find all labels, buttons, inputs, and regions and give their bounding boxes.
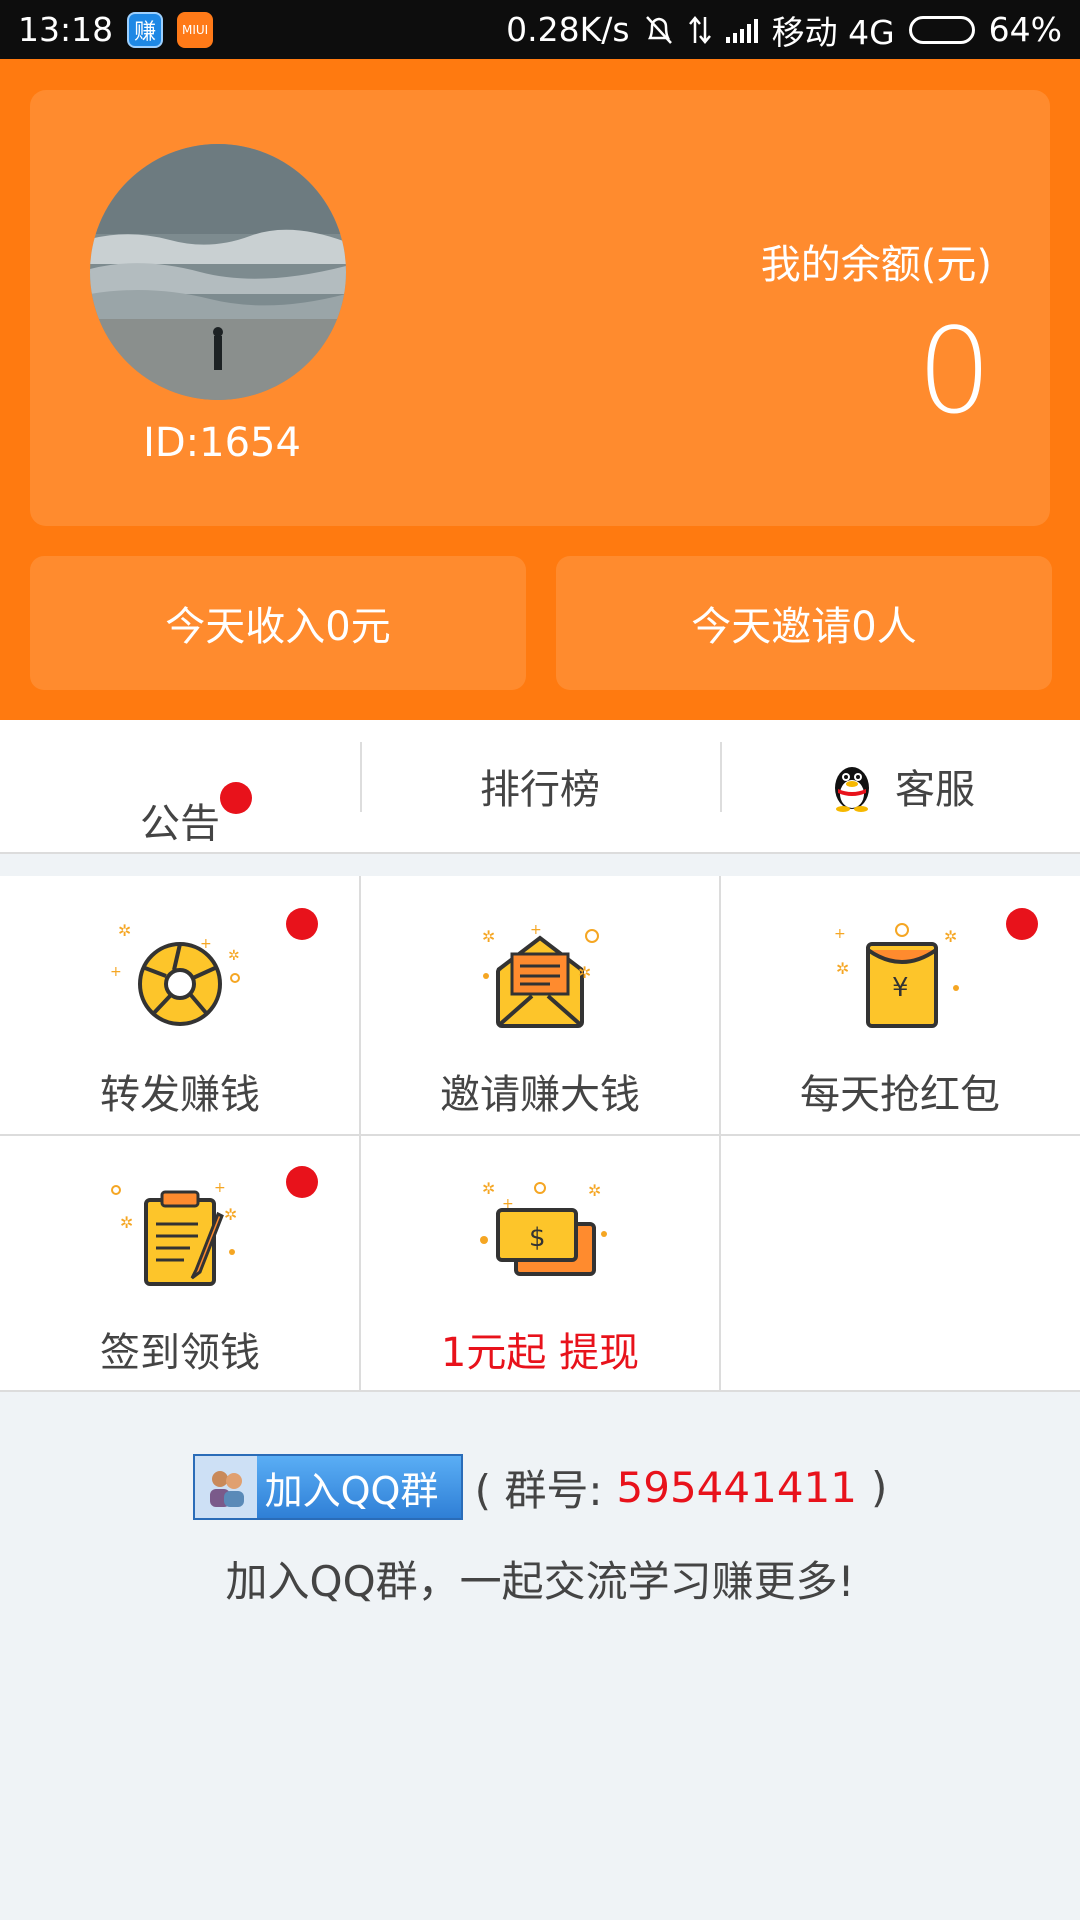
feature-grid: ✲ + ✲ + 转发赚钱 ✲ + ✲ 邀请赚大钱 ¥ + ✲ ✲ 每天抢红包 +… (0, 876, 1080, 1392)
qq-group-tip: 加入QQ群，一起交流学习赚更多! (225, 1557, 855, 1606)
tab-notice-label: 公告 (140, 801, 220, 847)
net-speed: 0.28K/s (506, 10, 630, 49)
svg-text:✲: ✲ (944, 927, 957, 946)
tab-customer-service[interactable]: 客服 (720, 720, 1080, 852)
grid-item-label: 签到领钱 (100, 1330, 260, 1376)
tab-ranking-label: 排行榜 (480, 767, 600, 813)
account-header: ID:1654 我的余额(元) 0 今天收入0元 今天邀请0人 (0, 59, 1080, 720)
earn-app-icon: 赚 (127, 11, 164, 48)
shutter-icon: ✲ + ✲ + (110, 921, 240, 1026)
clipboard-icon: + ✲ ✲ (111, 1180, 237, 1286)
grid-item-label: 邀请赚大钱 (440, 1072, 640, 1118)
miui-app-icon: MIUI (177, 11, 214, 48)
today-income-button[interactable]: 今天收入0元 (30, 556, 526, 690)
data-arrows-icon (688, 15, 711, 44)
checkin-badge (286, 1166, 318, 1198)
join-qq-group-label: 加入QQ群 (264, 1468, 439, 1513)
balance-value: 0 (916, 302, 992, 440)
grid-item-label: 转发赚钱 (100, 1072, 260, 1118)
tab-bar: 公告 排行榜 客服 (0, 720, 1080, 854)
grid-item-share-earn[interactable]: ✲ + ✲ + 转发赚钱 (0, 876, 360, 1134)
qq-penguin-icon (835, 767, 869, 812)
today-invites-button[interactable]: 今天邀请0人 (556, 556, 1052, 690)
svg-text:✲: ✲ (228, 948, 240, 964)
group-number-prefix: ( 群号: (474, 1465, 603, 1515)
svg-text:✲: ✲ (588, 1181, 601, 1200)
svg-text:✲: ✲ (482, 927, 495, 946)
red-packet-badge (1006, 908, 1038, 940)
signal-icon (725, 17, 758, 43)
battery-percent: 64% (988, 10, 1062, 49)
svg-text:+: + (110, 964, 122, 980)
svg-text:✲: ✲ (578, 963, 591, 982)
tab-ranking[interactable]: 排行榜 (360, 720, 720, 852)
svg-text:+: + (502, 1196, 514, 1212)
avatar[interactable] (90, 144, 346, 400)
carrier-label: 移动 4G (771, 12, 895, 52)
group-number: 595441411 (616, 1462, 858, 1512)
svg-text:✲: ✲ (120, 1213, 133, 1232)
battery-icon (908, 15, 975, 44)
status-bar: 13:18 赚 MIUI 0.28K/s 移动 4G 64% (0, 0, 1080, 59)
svg-text:✲: ✲ (836, 959, 849, 978)
notice-badge (220, 782, 252, 814)
svg-text:+: + (214, 1180, 226, 1196)
svg-text:+: + (834, 926, 846, 942)
cash-icon: $ ✲ ✲ + (480, 1179, 607, 1276)
grid-item-checkin[interactable]: + ✲ ✲ 签到领钱 (0, 1134, 360, 1392)
svg-text:✲: ✲ (118, 921, 131, 940)
group-people-icon (194, 1456, 257, 1518)
red-packet-icon: ¥ + ✲ ✲ (834, 923, 959, 1028)
mute-bell-icon (645, 15, 672, 44)
qq-group-row: 加入QQ群 ( 群号: 595441411 ) (0, 1454, 1080, 1520)
grid-item-withdraw[interactable]: $ ✲ ✲ + 1元起 提现 (360, 1134, 720, 1392)
grid-item-label: 1元起 提现 (440, 1330, 640, 1376)
grid-item-invite-earn[interactable]: ✲ + ✲ 邀请赚大钱 (360, 876, 720, 1134)
balance-label: 我的余额(元) (760, 242, 992, 288)
tab-customer-service-label: 客服 (895, 767, 975, 813)
profile-card: ID:1654 我的余额(元) 0 (30, 90, 1050, 526)
grid-item-red-packet[interactable]: ¥ + ✲ ✲ 每天抢红包 (720, 876, 1080, 1134)
grid-item-label: 每天抢红包 (800, 1072, 1000, 1118)
join-qq-group-button[interactable]: 加入QQ群 (192, 1454, 463, 1520)
envelope-icon: ✲ + ✲ (482, 922, 599, 1028)
svg-text:+: + (530, 922, 542, 938)
clock: 13:18 (18, 10, 114, 49)
svg-text:$: $ (529, 1223, 546, 1253)
svg-text:✲: ✲ (482, 1179, 495, 1198)
user-id: ID:1654 (143, 420, 301, 466)
svg-text:+: + (200, 936, 212, 952)
tab-notice[interactable]: 公告 (0, 720, 360, 852)
group-number-suffix: ) (871, 1462, 888, 1512)
svg-text:¥: ¥ (892, 973, 909, 1003)
svg-text:✲: ✲ (224, 1205, 237, 1224)
share-earn-badge (286, 908, 318, 940)
